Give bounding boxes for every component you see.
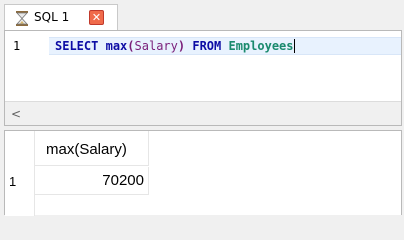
code-line[interactable]: SELECT max(Salary) FROM Employees bbox=[55, 39, 295, 53]
keyword-select: SELECT bbox=[55, 39, 99, 53]
tab-strip: SQL 1 ✕ bbox=[0, 0, 404, 31]
scroll-left-arrow-icon[interactable]: < bbox=[5, 102, 27, 125]
close-icon[interactable]: ✕ bbox=[89, 10, 104, 25]
text-caret bbox=[293, 39, 295, 53]
open-paren: ( bbox=[127, 39, 135, 53]
sql-editor[interactable]: 1 SELECT max(Salary) FROM Employees < bbox=[4, 30, 402, 126]
column-name: Salary bbox=[134, 39, 178, 53]
tab-label: SQL 1 bbox=[34, 10, 70, 24]
horizontal-scrollbar[interactable]: < bbox=[5, 101, 401, 125]
hourglass-icon bbox=[15, 11, 29, 26]
column-header[interactable]: max(Salary) bbox=[35, 131, 149, 166]
row-number[interactable]: 1 bbox=[5, 167, 35, 195]
tab-sql-1[interactable]: SQL 1 ✕ bbox=[4, 4, 118, 31]
table-name: Employees bbox=[228, 39, 294, 53]
results-grid: max(Salary) 1 70200 bbox=[4, 130, 402, 216]
result-cell[interactable]: 70200 bbox=[35, 167, 149, 195]
function-max: max bbox=[105, 39, 128, 53]
close-paren: ) bbox=[177, 39, 186, 53]
line-number: 1 bbox=[13, 39, 21, 53]
line-gutter: 1 bbox=[5, 31, 49, 99]
keyword-from: FROM bbox=[192, 39, 222, 53]
